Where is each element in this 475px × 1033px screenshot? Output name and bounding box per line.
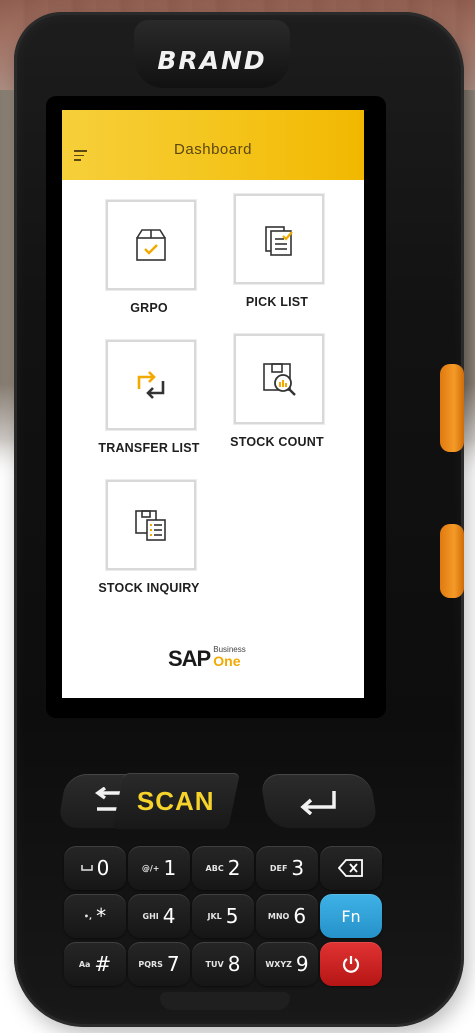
scan-key[interactable]: SCAN [112,773,240,829]
key-1[interactable]: @/+ 1 [128,846,190,890]
tile-grpo[interactable] [106,200,196,290]
key-9[interactable]: WXYZ 9 [256,942,318,986]
tile-transfer-list[interactable] [106,340,196,430]
brand-plate: BRAND [134,20,290,88]
tile-stock-inquiry[interactable] [106,480,196,570]
key-4[interactable]: GHI 4 [128,894,190,938]
side-scan-button-upper[interactable] [440,364,464,452]
enter-key[interactable] [259,774,379,828]
package-check-icon [136,229,166,261]
power-key[interactable] [320,942,382,986]
app-header: Dashboard [62,110,364,180]
tile-label-stock-count: STOCK COUNT [230,435,324,449]
sap-wordmark: SAP [168,646,211,671]
side-scan-button-lower[interactable] [440,524,464,598]
backspace-key[interactable] [320,846,382,890]
key-6[interactable]: MNO 6 [256,894,318,938]
tile-pick-list[interactable] [234,194,324,284]
key-3[interactable]: DEF 3 [256,846,318,890]
document-check-icon [265,226,293,256]
one-wordmark: One [213,653,241,669]
tile-label-stock-inquiry: STOCK INQUIRY [98,581,200,595]
box-search-icon [263,363,296,396]
key-2[interactable]: ABC 2 [192,846,254,890]
fn-key[interactable]: Fn [320,894,382,938]
tile-stock-count[interactable] [234,334,324,424]
documents-list-icon [135,510,166,541]
bottom-port [160,992,290,1010]
scan-key-label: SCAN [137,785,215,816]
transfer-arrows-icon [137,371,165,399]
brand-label: BRAND [157,46,267,75]
key-hash[interactable]: Aa # [64,942,126,986]
key-0[interactable]: 0 [64,846,126,890]
key-7[interactable]: PQRS 7 [128,942,190,986]
enter-arrow-icon [300,791,336,815]
sap-business-one-logo: SAP Business One [168,646,246,672]
key-8[interactable]: TUV 8 [192,942,254,986]
app-screen: Dashboard GRPO PICK LIST TRANSFER LIST S… [62,110,364,698]
backspace-icon [338,859,363,877]
key-star[interactable]: •, * [64,894,126,938]
key-5[interactable]: JKL 5 [192,894,254,938]
page-title: Dashboard [174,141,252,158]
tile-label-pick-list: PICK LIST [245,295,309,309]
space-icon [80,864,93,871]
power-icon [342,956,360,973]
